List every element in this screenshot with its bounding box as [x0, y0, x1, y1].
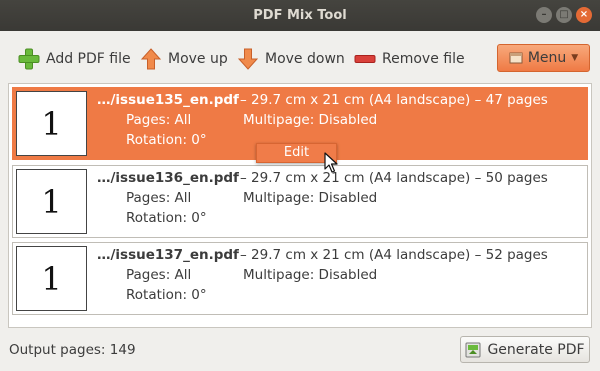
menu-button[interactable]: Menu ▼	[497, 44, 590, 72]
rotation-label: Rotation: 0°	[126, 132, 207, 148]
file-description: – 29.7 cm x 21 cm (A4 landscape) – 47 pa…	[240, 92, 548, 108]
remove-file-label: Remove file	[382, 51, 465, 67]
arrow-up-icon	[140, 48, 162, 70]
rotation-label: Rotation: 0°	[126, 210, 207, 226]
arrow-down-icon	[237, 48, 259, 70]
mouse-pointer-icon	[324, 152, 338, 174]
file-name: …/issue135_en.pdf	[97, 92, 239, 108]
pages-label: Pages: All	[126, 190, 192, 206]
move-down-label: Move down	[265, 51, 345, 67]
generate-pdf-icon	[465, 342, 481, 358]
add-pdf-file-button[interactable]: Add PDF file	[18, 48, 131, 70]
remove-file-button[interactable]: Remove file	[354, 48, 465, 70]
toolbar: Add PDF file Move up Move down Remove fi…	[0, 31, 600, 83]
generate-pdf-button[interactable]: Generate PDF	[460, 336, 590, 363]
window-title: PDF Mix Tool	[253, 8, 347, 23]
title-bar: PDF Mix Tool – □ ×	[0, 0, 600, 31]
page-thumbnail: 1	[16, 169, 87, 234]
file-description: – 29.7 cm x 21 cm (A4 landscape) – 50 pa…	[240, 170, 548, 186]
minimize-button[interactable]: –	[536, 7, 552, 23]
file-description: – 29.7 cm x 21 cm (A4 landscape) – 52 pa…	[240, 247, 548, 263]
generate-pdf-label: Generate PDF	[487, 341, 585, 358]
move-up-label: Move up	[168, 51, 228, 67]
file-row-2[interactable]: 1 …/issue136_en.pdf – 29.7 cm x 21 cm (A…	[12, 165, 588, 238]
pages-label: Pages: All	[126, 112, 192, 128]
pages-label: Pages: All	[126, 267, 192, 283]
multipage-label: Multipage: Disabled	[243, 112, 378, 128]
menu-label: Menu	[527, 50, 567, 66]
file-name: …/issue136_en.pdf	[97, 170, 239, 186]
add-icon	[18, 48, 40, 70]
maximize-button[interactable]: □	[556, 7, 572, 23]
close-button[interactable]: ×	[576, 7, 592, 23]
page-thumbnail: 1	[16, 91, 87, 156]
page-thumbnail: 1	[16, 246, 87, 311]
rotation-label: Rotation: 0°	[126, 287, 207, 303]
multipage-label: Multipage: Disabled	[243, 267, 378, 283]
file-name: …/issue137_en.pdf	[97, 247, 239, 263]
move-down-button[interactable]: Move down	[237, 48, 345, 70]
window-controls: – □ ×	[536, 7, 592, 23]
chevron-down-icon: ▼	[571, 53, 579, 63]
menu-icon	[509, 52, 523, 64]
multipage-label: Multipage: Disabled	[243, 190, 378, 206]
file-list[interactable]: 1 …/issue135_en.pdf – 29.7 cm x 21 cm (A…	[8, 83, 592, 328]
file-row-3[interactable]: 1 …/issue137_en.pdf – 29.7 cm x 21 cm (A…	[12, 242, 588, 315]
remove-icon	[354, 48, 376, 70]
output-pages-label: Output pages: 149	[9, 342, 136, 358]
add-pdf-file-label: Add PDF file	[46, 51, 131, 67]
move-up-button[interactable]: Move up	[140, 48, 228, 70]
